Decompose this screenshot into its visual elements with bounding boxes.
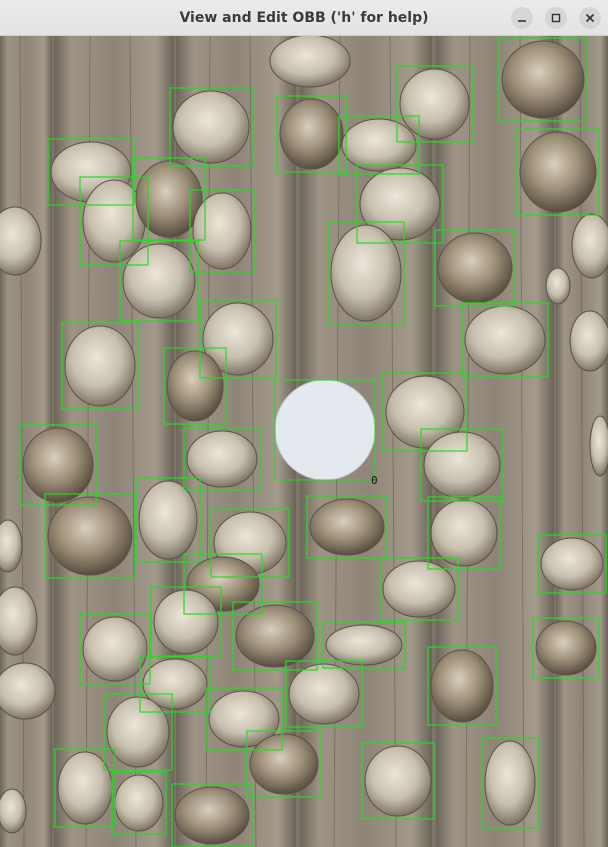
maximize-icon xyxy=(551,13,561,23)
maximize-button[interactable] xyxy=(545,7,567,29)
oyster-shell xyxy=(249,733,319,795)
oyster-shell xyxy=(571,213,608,279)
oyster-shell xyxy=(399,68,470,140)
oyster-shell xyxy=(364,745,432,817)
oyster-shell xyxy=(423,431,501,499)
oyster-shell xyxy=(484,740,536,826)
minimize-button[interactable] xyxy=(511,7,533,29)
oyster-shell xyxy=(82,179,146,263)
oyster-shell xyxy=(0,662,56,720)
oyster-shell xyxy=(535,620,597,676)
oyster-shell xyxy=(153,589,219,655)
image-canvas[interactable]: 0 xyxy=(0,36,608,847)
oyster-image[interactable] xyxy=(0,36,608,847)
oyster-shell xyxy=(22,427,94,503)
oyster-shell xyxy=(174,786,250,845)
oyster-shell xyxy=(82,616,148,682)
app-window: View and Edit OBB ('h' for help) 0 xyxy=(0,0,608,847)
oyster-shell xyxy=(325,624,403,666)
oyster-shell xyxy=(106,696,170,768)
oyster-shell xyxy=(122,243,196,319)
oyster-shell xyxy=(437,232,513,304)
oyster-shell xyxy=(519,131,597,213)
oyster-shell xyxy=(0,788,27,834)
oyster-shell xyxy=(545,267,571,305)
close-icon xyxy=(585,13,595,23)
oyster-shell xyxy=(114,774,164,832)
oyster-shell xyxy=(341,118,417,172)
reference-disk-label: 0 xyxy=(371,474,378,487)
oyster-shell xyxy=(279,98,344,170)
oyster-shell xyxy=(64,325,136,407)
oyster-shell xyxy=(430,649,494,723)
oyster-shell xyxy=(172,90,250,164)
oyster-shell xyxy=(569,310,608,372)
oyster-shell xyxy=(166,350,224,422)
oyster-shell xyxy=(47,496,133,576)
oyster-shell xyxy=(186,430,258,488)
oyster-shell xyxy=(464,305,546,375)
oyster-shell xyxy=(309,498,385,556)
reference-disk[interactable] xyxy=(274,379,376,481)
oyster-shell xyxy=(135,160,203,238)
oyster-shell xyxy=(330,224,402,322)
oyster-shell xyxy=(540,537,604,591)
oyster-shell xyxy=(501,40,585,119)
oyster-shell xyxy=(288,663,360,725)
oyster-shell xyxy=(192,192,252,270)
close-button[interactable] xyxy=(579,7,601,29)
oyster-shell xyxy=(138,480,198,560)
oyster-shell xyxy=(269,36,351,88)
minimize-icon xyxy=(518,20,526,22)
oyster-shell xyxy=(430,499,498,567)
oyster-shell xyxy=(589,415,608,477)
title-bar[interactable]: View and Edit OBB ('h' for help) xyxy=(0,0,608,36)
